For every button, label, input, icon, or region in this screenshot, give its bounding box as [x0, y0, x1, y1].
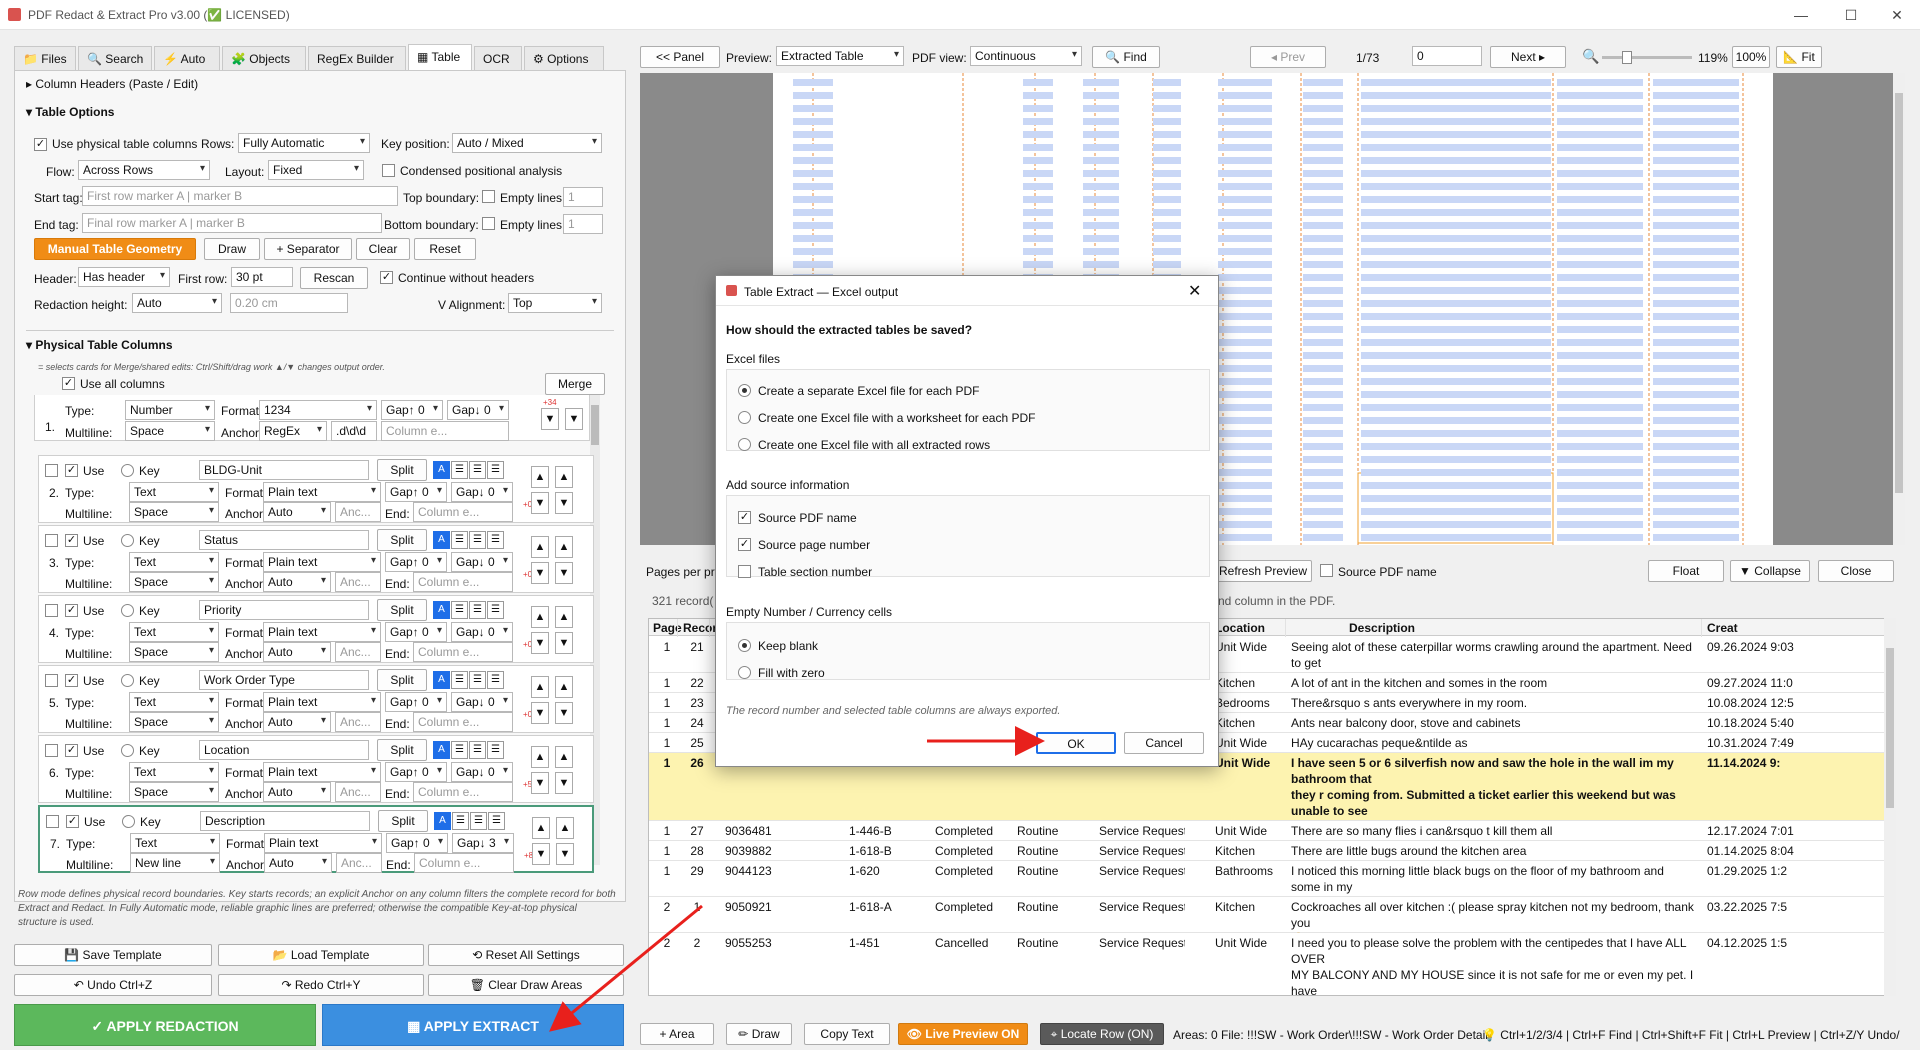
annotation-arrows: [549, 726, 1045, 1032]
arrow-to-apply-extract: [549, 904, 703, 1032]
